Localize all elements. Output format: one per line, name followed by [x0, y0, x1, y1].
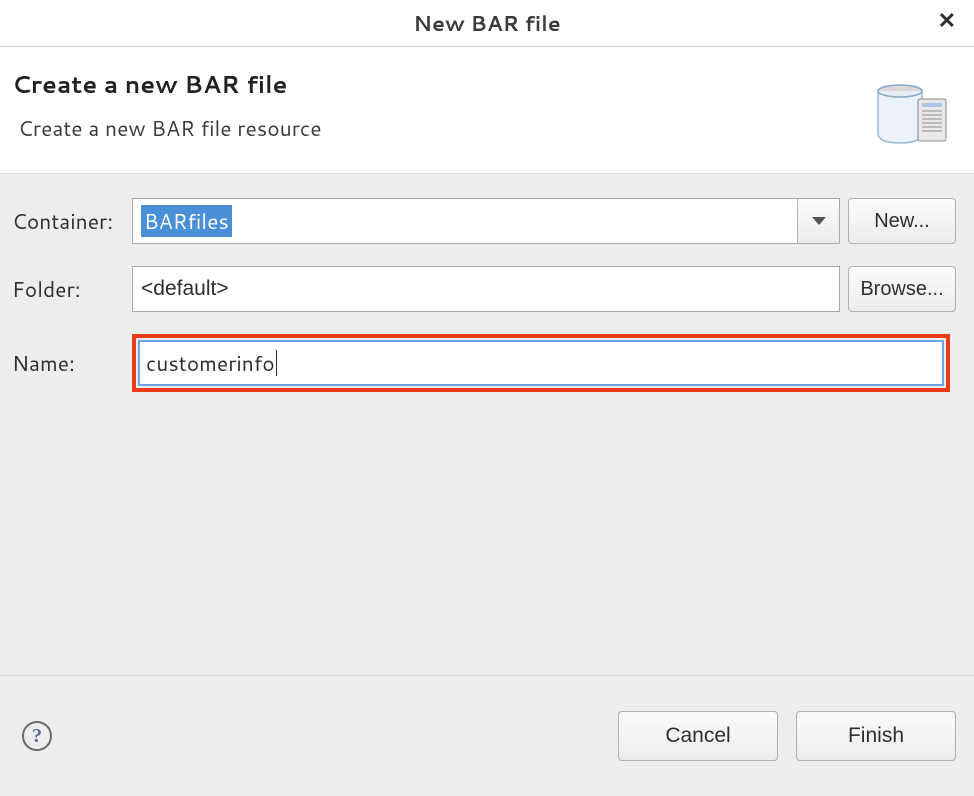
dialog-buttons: Cancel Finish — [618, 711, 956, 761]
container-combo[interactable]: BARfiles — [132, 198, 840, 244]
banner-heading: Create a new BAR file — [12, 67, 322, 101]
new-container-button[interactable]: New... — [848, 198, 956, 244]
folder-input[interactable] — [132, 266, 840, 312]
name-row: Name: customerinfo — [12, 334, 956, 392]
name-value: customerinfo — [146, 348, 275, 378]
form-area: Container: BARfiles New... Folder: Brows… — [0, 174, 974, 675]
name-field-highlight: customerinfo — [132, 334, 950, 392]
container-dropdown-button[interactable] — [797, 199, 839, 243]
container-input[interactable]: BARfiles — [133, 199, 797, 243]
name-label: Name: — [12, 348, 132, 378]
finish-button[interactable]: Finish — [796, 711, 956, 761]
banner-text: Create a new BAR file Create a new BAR f… — [12, 67, 322, 143]
title-bar: New BAR file ✕ — [0, 0, 974, 47]
cancel-button[interactable]: Cancel — [618, 711, 778, 761]
folder-label: Folder: — [12, 274, 132, 304]
container-value-selected: BARfiles — [141, 205, 232, 237]
browse-folder-button[interactable]: Browse... — [848, 266, 956, 312]
name-input[interactable]: customerinfo — [138, 340, 944, 386]
button-bar: ? Cancel Finish — [0, 675, 974, 796]
container-label: Container: — [12, 206, 132, 236]
container-row: Container: BARfiles New... — [12, 198, 956, 244]
chevron-down-icon — [812, 217, 826, 225]
window-title: New BAR file — [413, 8, 560, 38]
banner-subtitle: Create a new BAR file resource — [12, 113, 322, 143]
text-caret — [276, 350, 277, 376]
jar-file-icon — [870, 71, 950, 151]
help-icon[interactable]: ? — [22, 721, 52, 751]
close-icon[interactable]: ✕ — [938, 10, 956, 32]
folder-row: Folder: Browse... — [12, 266, 956, 312]
wizard-banner: Create a new BAR file Create a new BAR f… — [0, 47, 974, 174]
